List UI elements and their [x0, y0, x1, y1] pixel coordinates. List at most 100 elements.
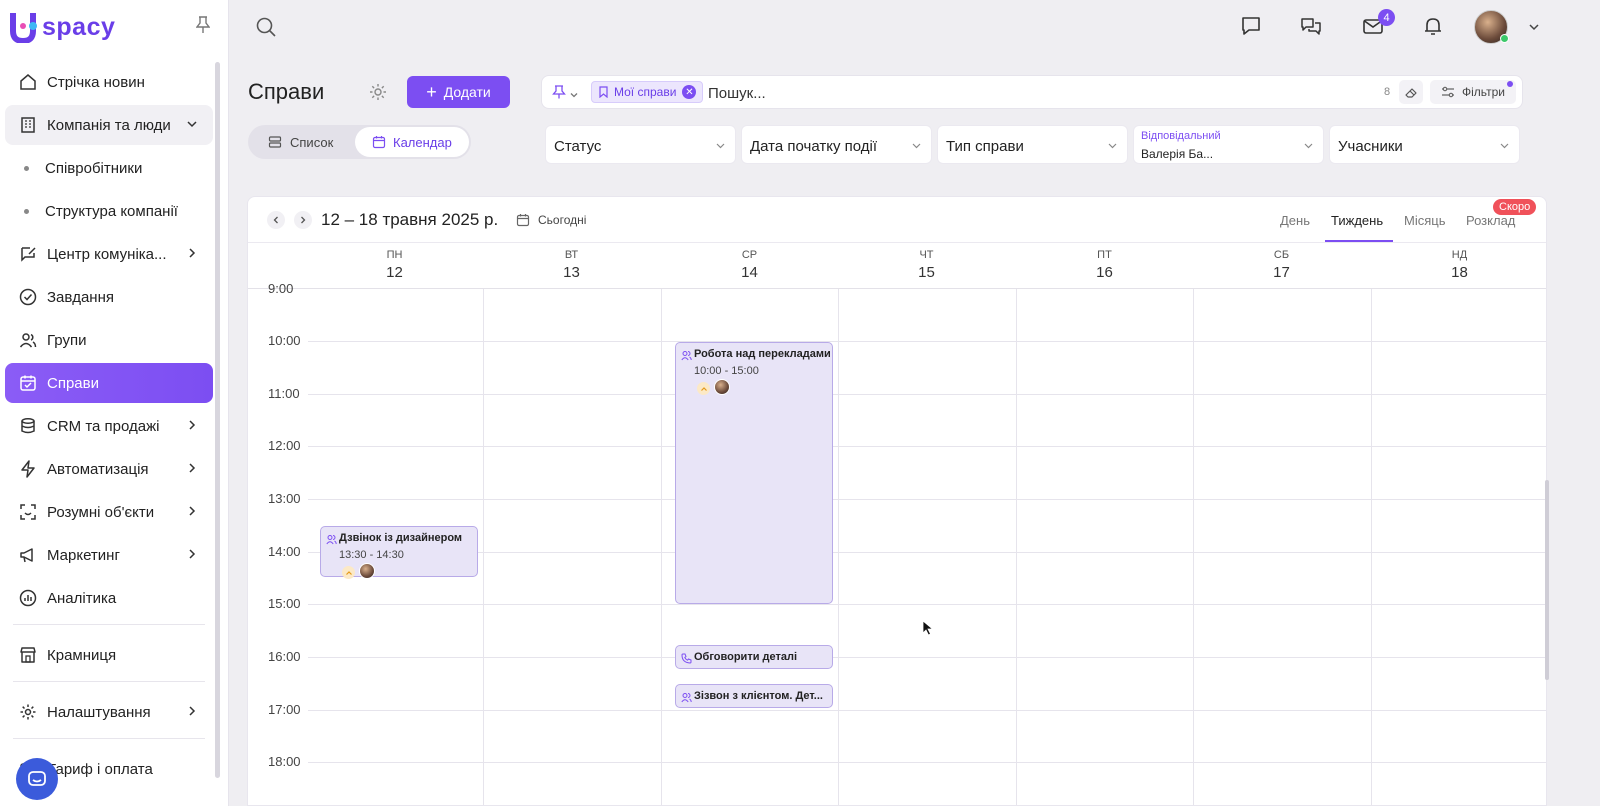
- bell-icon[interactable]: [1422, 15, 1444, 37]
- day-number: 12: [386, 264, 403, 281]
- close-icon[interactable]: ✕: [682, 85, 697, 99]
- mouse-cursor-icon: [922, 620, 934, 636]
- gear-icon[interactable]: [368, 82, 388, 102]
- status-select[interactable]: Статус: [545, 125, 736, 164]
- today-button[interactable]: Сьогодні: [516, 213, 586, 227]
- chevron-down-icon: [1304, 143, 1313, 149]
- day-number: 13: [563, 264, 580, 281]
- users-icon: [681, 693, 692, 703]
- mode-week[interactable]: Тиждень: [1331, 213, 1383, 228]
- search-icon[interactable]: [255, 16, 277, 38]
- sidebar-item-label: Налаштування: [47, 703, 151, 721]
- event-title: Зізвон з клієнтом. Дет...: [694, 690, 823, 702]
- sidebar-item-crm[interactable]: CRM та продажі: [5, 406, 213, 446]
- priority-chevron-icon: [342, 566, 355, 579]
- users-icon: [326, 535, 337, 545]
- hour-label: 18:00: [268, 754, 301, 769]
- sidebar-item-structure[interactable]: Структура компанії: [5, 191, 213, 231]
- filter-chip-my-cases[interactable]: Мої справи ✕: [591, 81, 704, 103]
- eraser-icon[interactable]: [1399, 80, 1423, 104]
- chip-label: Мої справи: [614, 85, 677, 99]
- chevron-down-icon[interactable]: [569, 87, 579, 98]
- sidebar-item-automation[interactable]: Автоматизація: [5, 449, 213, 489]
- avatar: [714, 379, 730, 395]
- chevron-down-icon[interactable]: [1527, 20, 1541, 34]
- start-date-select[interactable]: Дата початку події: [741, 125, 932, 164]
- sidebar-item-marketing[interactable]: Маркетинг: [5, 535, 213, 575]
- logo[interactable]: spacy: [10, 10, 115, 45]
- responsible-select[interactable]: Відповідальний Валерія Ба...: [1133, 125, 1324, 164]
- list-view-button[interactable]: Список: [252, 127, 352, 157]
- mode-day[interactable]: День: [1280, 213, 1310, 228]
- sidebar-item-company[interactable]: Компанія та люди: [5, 105, 213, 145]
- event-designer-call[interactable]: Дзвінок із дизайнером 13:30 - 14:30: [320, 526, 478, 579]
- online-status-dot: [1500, 34, 1509, 43]
- sidebar-item-label: Маркетинг: [47, 546, 120, 564]
- sidebar-item-cases[interactable]: Справи: [5, 363, 213, 403]
- sidebar-item-tasks[interactable]: Завдання: [5, 277, 213, 317]
- select-caption: Відповідальний: [1141, 130, 1221, 142]
- calendar-scrollbar[interactable]: [1545, 480, 1549, 680]
- divider: [13, 738, 205, 739]
- chevron-left-icon: [273, 216, 278, 224]
- day-header: ПН 12: [306, 243, 483, 289]
- mode-month[interactable]: Місяць: [1404, 213, 1445, 228]
- sidebar-item-employees[interactable]: Співробітники: [5, 148, 213, 188]
- event-client-call[interactable]: Зізвон з клієнтом. Дет...: [675, 684, 833, 708]
- divider: [13, 624, 205, 625]
- sidebar-item-label: Групи: [47, 331, 87, 349]
- participants-select[interactable]: Учасники: [1329, 125, 1520, 164]
- hour-line: [308, 604, 1546, 605]
- hour-line: [308, 341, 1546, 342]
- sidebar-item-communications[interactable]: Центр комуніка...: [5, 234, 213, 274]
- filters-button[interactable]: Фільтри: [1430, 80, 1516, 104]
- scan-icon: [18, 502, 38, 522]
- event-title: Обговорити деталі: [694, 651, 798, 663]
- mode-schedule[interactable]: Розклад: [1466, 213, 1515, 228]
- sidebar-item-news[interactable]: Стрічка новин: [5, 62, 213, 102]
- sidebar-scrollbar[interactable]: [215, 62, 220, 778]
- sidebar-item-settings[interactable]: Налаштування: [5, 692, 213, 732]
- prev-week-button[interactable]: [267, 211, 285, 229]
- sidebar-item-smart-objects[interactable]: Розумні об'єкти: [5, 492, 213, 532]
- event-time: 10:00 - 15:00: [694, 365, 759, 377]
- message-icon[interactable]: [1240, 15, 1262, 37]
- calendar-view-button[interactable]: Календар: [355, 127, 469, 157]
- filters-active-dot: [1507, 81, 1513, 87]
- chevron-down-icon: [716, 143, 725, 149]
- pin-icon[interactable]: [195, 16, 212, 34]
- chat-edit-icon: [18, 244, 38, 264]
- chevron-right-icon: [185, 461, 199, 475]
- sidebar-item-store[interactable]: Крамниця: [5, 635, 213, 675]
- sidebar-item-analytics[interactable]: Аналітика: [5, 578, 213, 618]
- chevron-right-icon: [185, 547, 199, 561]
- hour-line: [308, 552, 1546, 553]
- sidebar-item-label: Крамниця: [47, 646, 117, 664]
- chats-icon[interactable]: [1300, 15, 1322, 37]
- phone-icon: [681, 653, 692, 664]
- sidebar-item-label: Співробітники: [45, 159, 143, 177]
- next-week-button[interactable]: [294, 211, 312, 229]
- event-discuss-details[interactable]: Обговорити деталі: [675, 645, 833, 669]
- sidebar-item-label: Завдання: [47, 288, 114, 306]
- lightning-icon: [18, 459, 38, 479]
- hour-line: [308, 710, 1546, 711]
- day-name: ЧТ: [919, 249, 934, 261]
- search-input[interactable]: [708, 82, 1308, 104]
- database-icon: [18, 416, 38, 436]
- day-column-divider: [483, 289, 484, 805]
- case-type-select[interactable]: Тип справи: [937, 125, 1128, 164]
- sidebar-item-label: Структура компанії: [45, 202, 178, 220]
- pin-icon[interactable]: [552, 85, 566, 99]
- add-button[interactable]: + Додати: [407, 76, 510, 108]
- sidebar-item-label: Розумні об'єкти: [47, 503, 155, 521]
- support-chat-button[interactable]: [16, 758, 58, 800]
- sidebar-item-groups[interactable]: Групи: [5, 320, 213, 360]
- calendar-view-label: Календар: [393, 134, 452, 150]
- day-name: НД: [1451, 249, 1468, 261]
- event-translations[interactable]: Робота над перекладами 10:00 - 15:00: [675, 342, 833, 604]
- hour-label: 15:00: [268, 596, 301, 611]
- building-icon: [18, 115, 38, 135]
- event-time: 13:30 - 14:30: [339, 549, 404, 561]
- sliders-icon: [1442, 86, 1454, 98]
